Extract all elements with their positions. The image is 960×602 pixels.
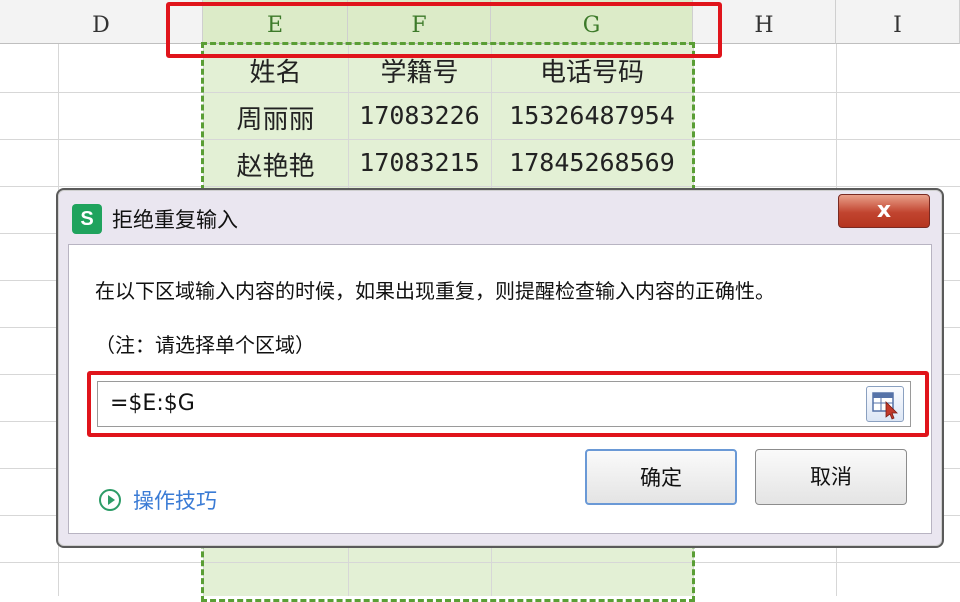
- reject-duplicate-dialog: S 拒绝重复输入 x 在以下区域输入内容的时候，如果出现重复，则提醒检查输入内容…: [56, 188, 944, 548]
- dialog-description: 在以下区域输入内容的时候，如果出现重复，则提醒检查输入内容的正确性。: [95, 279, 775, 303]
- dialog-title: 拒绝重复输入: [112, 208, 238, 232]
- tips-link[interactable]: 操作技巧: [99, 485, 217, 515]
- tips-label: 操作技巧: [133, 489, 217, 513]
- range-picker-icon: [872, 392, 898, 420]
- wps-app-icon: S: [72, 204, 102, 234]
- ok-button[interactable]: 确定: [585, 449, 737, 505]
- play-circle-icon: [99, 489, 121, 511]
- range-input-value: =$E:$G: [110, 391, 195, 416]
- range-picker-button[interactable]: [866, 386, 904, 422]
- column-header-highlight: [166, 2, 722, 58]
- close-button[interactable]: x: [838, 194, 930, 228]
- dialog-note: （注：请选择单个区域）: [95, 333, 315, 357]
- dialog-content: 在以下区域输入内容的时候，如果出现重复，则提醒检查输入内容的正确性。 （注：请选…: [68, 244, 932, 534]
- cancel-button[interactable]: 取消: [755, 449, 907, 505]
- range-input[interactable]: =$E:$G: [97, 381, 911, 427]
- range-input-group: =$E:$G: [87, 371, 929, 439]
- column-header-i[interactable]: I: [836, 0, 960, 44]
